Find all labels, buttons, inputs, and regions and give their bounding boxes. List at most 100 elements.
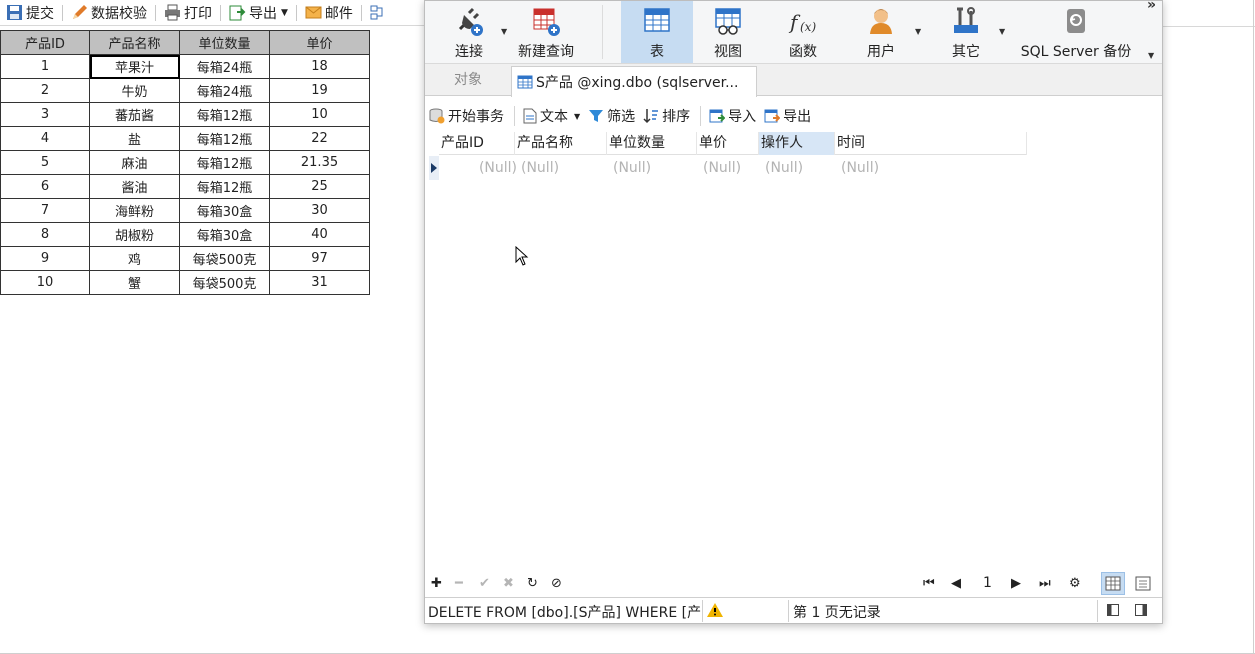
table-cell[interactable]: 19 — [269, 78, 370, 103]
table-cell[interactable]: 鸡 — [89, 246, 180, 271]
grid-cell[interactable]: (Null) — [519, 156, 611, 180]
table-cell[interactable]: 10 — [0, 270, 90, 295]
text-dropdown[interactable]: 文本 ▼ — [523, 106, 580, 126]
tab-table-s-product[interactable]: S产品 @xing.dbo (sqlserver... — [511, 66, 757, 97]
table-cell[interactable]: 海鲜粉 — [89, 198, 180, 223]
table-cell[interactable]: 胡椒粉 — [89, 222, 180, 247]
data-validate-button[interactable]: 数据校验 — [67, 2, 151, 24]
export-dropdown[interactable]: 导出 ▼ — [225, 2, 292, 24]
table-cell[interactable]: 每箱12瓶 — [179, 102, 270, 127]
export-button[interactable]: 导出 — [764, 106, 811, 126]
first-page-icon[interactable]: ⏮ — [923, 576, 935, 591]
table-cell[interactable]: 97 — [269, 246, 370, 271]
grid-cell[interactable]: (Null) — [701, 156, 763, 180]
stop-icon[interactable]: ⊘ — [551, 576, 562, 591]
next-page-icon[interactable]: ▶ — [1011, 576, 1021, 591]
toolbar-divider — [700, 106, 702, 126]
table-cell[interactable]: 21.35 — [269, 150, 370, 175]
table-cell[interactable]: 牛奶 — [89, 78, 180, 103]
export-label: 导出 — [783, 109, 812, 125]
table-cell[interactable]: 30 — [269, 198, 370, 223]
other-button[interactable]: 其它 — [931, 1, 1001, 63]
table-button[interactable]: 表 — [621, 1, 693, 63]
import-button[interactable]: 导入 — [709, 106, 756, 126]
connect-dropdown-icon[interactable]: ▼ — [501, 27, 507, 36]
delete-record-icon[interactable]: ━ — [455, 576, 463, 591]
table-cell[interactable]: 蟹 — [89, 270, 180, 295]
table-cell[interactable]: 1 — [0, 54, 90, 79]
user-dropdown-icon[interactable]: ▼ — [915, 27, 921, 36]
form-view-button[interactable] — [1131, 572, 1155, 595]
begin-transaction-button[interactable]: 开始事务 — [429, 106, 504, 126]
grid-column-header[interactable]: 产品名称 — [515, 132, 607, 155]
backup-dropdown-icon[interactable]: ▼ — [1148, 51, 1154, 60]
table-cell[interactable]: 7 — [0, 198, 90, 223]
table-cell[interactable]: 盐 — [89, 126, 180, 151]
table-cell[interactable]: 每箱24瓶 — [179, 78, 270, 103]
view-button[interactable]: 视图 — [695, 1, 761, 63]
grid-cell[interactable]: (Null) — [839, 156, 919, 180]
table-cell[interactable]: 每袋500克 — [179, 270, 270, 295]
table-cell[interactable]: 6 — [0, 174, 90, 199]
main-ribbon: 连接 ▼ 新建查询 表 视图 f (x) 函数 用户 ▼ 其它 ▼ SQL Se… — [425, 0, 1162, 64]
grid-column-header[interactable]: 时间 — [835, 132, 1027, 155]
previous-page-icon[interactable]: ◀ — [951, 576, 961, 591]
table-cell[interactable]: 5 — [0, 150, 90, 175]
table-cell[interactable]: 每袋500克 — [179, 246, 270, 271]
table-cell[interactable]: 9 — [0, 246, 90, 271]
grid-cell[interactable]: (Null) — [763, 156, 839, 180]
sort-button[interactable]: 排序 — [643, 106, 690, 126]
row-indicator-icon — [429, 156, 439, 180]
function-button[interactable]: f (x) 函数 — [771, 1, 835, 63]
print-button[interactable]: 打印 — [160, 2, 216, 24]
add-record-icon[interactable]: ✚ — [431, 576, 442, 591]
filter-button[interactable]: 筛选 — [588, 106, 635, 126]
settings-gear-icon[interactable]: ⚙ — [1069, 576, 1081, 591]
table-cell[interactable]: 酱油 — [89, 174, 180, 199]
table-cell[interactable]: 每箱30盒 — [179, 198, 270, 223]
table-cell[interactable]: 8 — [0, 222, 90, 247]
table-cell[interactable]: 每箱12瓶 — [179, 126, 270, 151]
submit-label: 提交 — [26, 5, 54, 22]
grid-column-header[interactable]: 产品ID — [439, 132, 515, 155]
grid-column-header[interactable]: 单位数量 — [607, 132, 697, 155]
table-cell[interactable]: 4 — [0, 126, 90, 151]
sqlserver-backup-button[interactable]: SQL Server 备份 — [1011, 1, 1141, 63]
table-cell[interactable]: 麻油 — [89, 150, 180, 175]
user-button[interactable]: 用户 — [849, 1, 913, 63]
table-cell[interactable]: 22 — [269, 126, 370, 151]
discard-changes-icon[interactable]: ✖ — [503, 576, 514, 591]
table-cell[interactable]: 31 — [269, 270, 370, 295]
apply-changes-icon[interactable]: ✔ — [479, 576, 490, 591]
grid-column-header-selected[interactable]: 操作人 — [759, 132, 835, 155]
table-cell[interactable]: 每箱12瓶 — [179, 150, 270, 175]
new-query-button[interactable]: 新建查询 — [513, 1, 579, 63]
more-tool-button[interactable] — [366, 2, 394, 24]
grid-column-header[interactable]: 单价 — [697, 132, 759, 155]
mail-button[interactable]: 邮件 — [301, 2, 357, 24]
table-cell[interactable]: 3 — [0, 102, 90, 127]
table-cell[interactable]: 25 — [269, 174, 370, 199]
table-cell[interactable]: 每箱12瓶 — [179, 174, 270, 199]
other-dropdown-icon[interactable]: ▼ — [999, 27, 1005, 36]
table-cell[interactable]: 40 — [269, 222, 370, 247]
grid-cell[interactable]: (Null) — [611, 156, 701, 180]
grid-view-button[interactable] — [1101, 572, 1125, 595]
panel-right-icon[interactable] — [1135, 604, 1147, 616]
submit-button[interactable]: 提交 — [2, 2, 58, 24]
table-cell[interactable]: 蕃茄酱 — [89, 102, 180, 127]
table-cell-selected[interactable]: 苹果汁 — [89, 54, 180, 79]
last-page-icon[interactable]: ⏭ — [1039, 576, 1051, 591]
refresh-icon[interactable]: ↻ — [527, 576, 538, 591]
table-cell[interactable]: 每箱24瓶 — [179, 54, 270, 79]
grid-cell[interactable]: (Null) — [439, 156, 519, 180]
tab-objects[interactable]: 对象 — [425, 64, 511, 96]
panel-left-icon[interactable] — [1107, 604, 1119, 616]
connect-button[interactable]: 连接 — [439, 1, 499, 63]
table-cell[interactable]: 每箱30盒 — [179, 222, 270, 247]
other-label: 其它 — [952, 44, 980, 60]
table-cell[interactable]: 10 — [269, 102, 370, 127]
ribbon-overflow-button[interactable]: » — [1147, 0, 1156, 13]
table-cell[interactable]: 18 — [269, 54, 370, 79]
table-cell[interactable]: 2 — [0, 78, 90, 103]
